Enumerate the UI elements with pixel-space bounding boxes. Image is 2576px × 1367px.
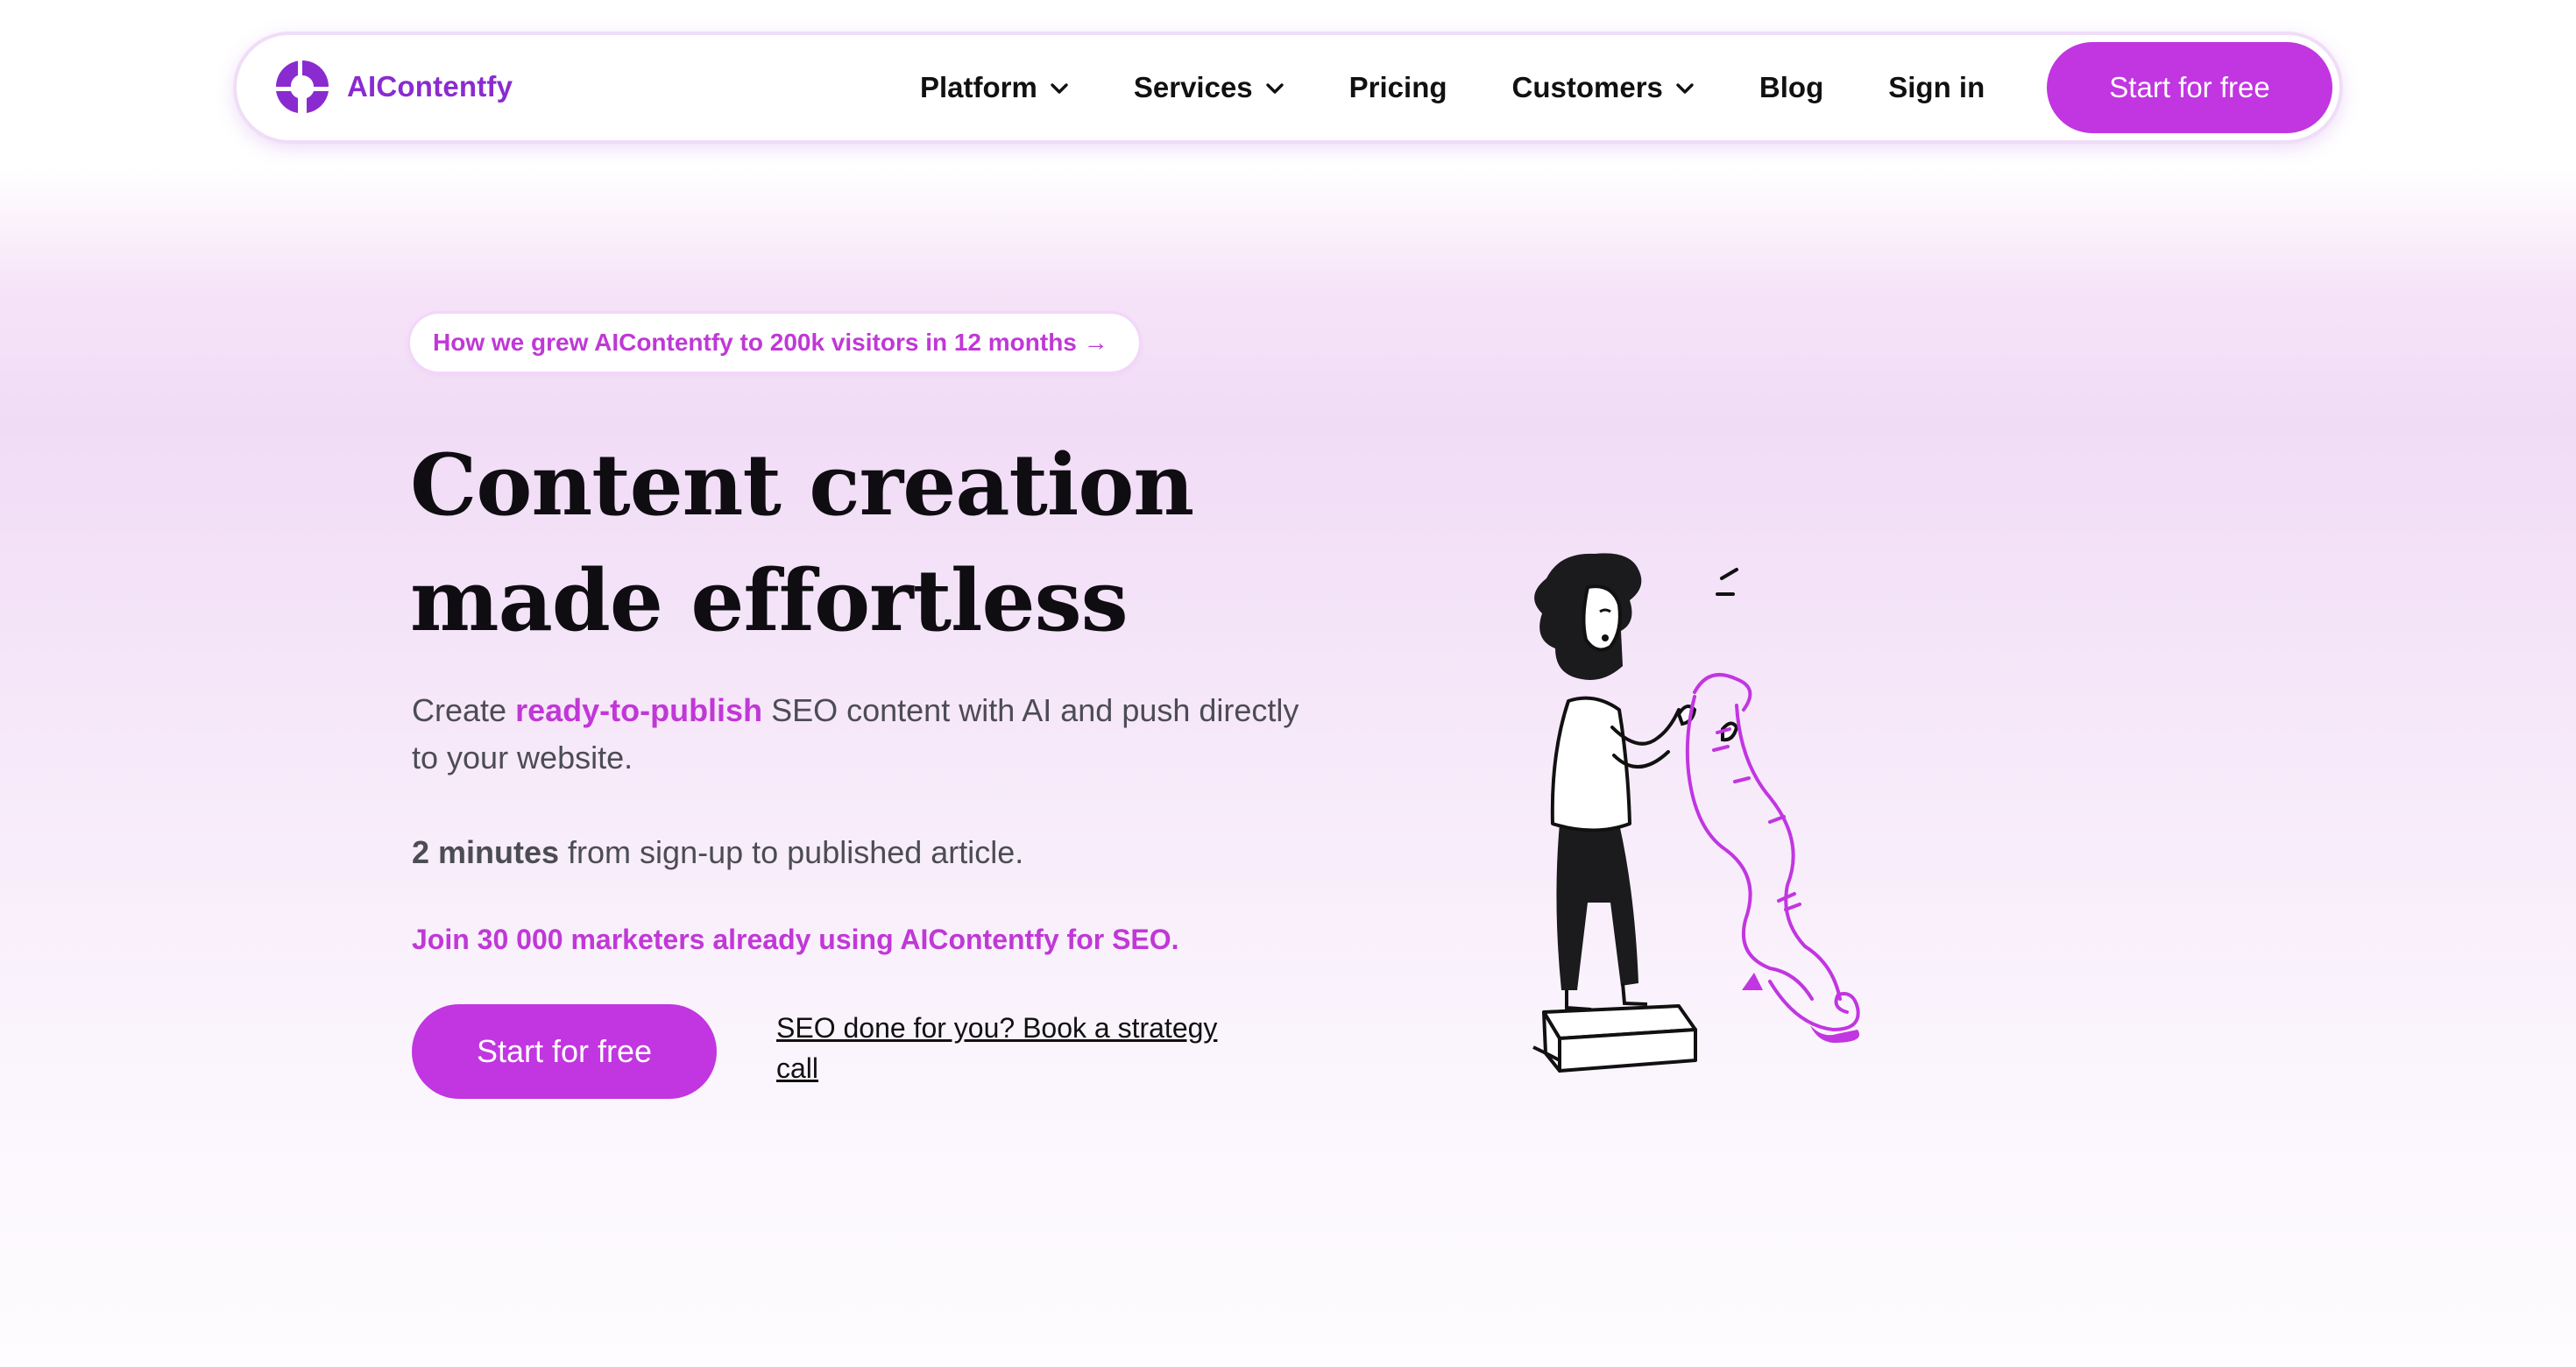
aicontentfy-logo-icon (276, 60, 329, 113)
trousers-icon (1556, 824, 1638, 990)
top-navigation-bar: AIContentfy Platform Services Pricing Cu… (237, 35, 2339, 140)
nav-item-label: Services (1133, 71, 1253, 103)
hero-subheading: Create ready-to-publish SEO content with… (412, 687, 1306, 782)
stat-text: from sign-up to published article. (559, 834, 1024, 870)
nav-item-label: Platform (920, 71, 1037, 103)
nav-item-label: Customers (1511, 71, 1663, 103)
paper-scroll-icon (1685, 673, 1860, 1031)
nav-item-customers[interactable]: Customers (1512, 71, 1695, 104)
nav-item-label: Pricing (1348, 71, 1447, 103)
social-proof-text: Join 30 000 marketers already using AICo… (412, 924, 1179, 955)
chevron-down-icon (1676, 83, 1694, 94)
book-strategy-call-link[interactable]: SEO done for you? Book a strategy call (776, 1008, 1267, 1088)
brand-logo[interactable]: AIContentfy (273, 58, 513, 116)
hero-stat: 2 minutes from sign-up to published arti… (412, 829, 1023, 876)
subheading-highlight: ready-to-publish (515, 692, 763, 728)
nav-item-platform[interactable]: Platform (920, 71, 1069, 104)
stat-bold: 2 minutes (412, 834, 560, 870)
chevron-down-icon (1051, 83, 1068, 94)
hero-headline: Content creation made effortless (410, 436, 1194, 650)
subheading-text: Create (412, 692, 516, 728)
main-menu: Platform Services Pricing Customers Blog… (920, 35, 2049, 140)
start-for-free-nav-button[interactable]: Start for free (2047, 42, 2332, 133)
person-reading-long-scroll-illustration (1532, 553, 1860, 1073)
nav-item-services[interactable]: Services (1134, 71, 1284, 104)
face-icon (1582, 584, 1622, 652)
chevron-down-icon (1265, 83, 1284, 94)
nav-item-sign-in[interactable]: Sign in (1888, 71, 1985, 104)
pedestal-box-icon (1532, 1004, 1697, 1073)
brand-name: AIContentfy (347, 70, 513, 103)
start-for-free-hero-button[interactable]: Start for free (412, 1004, 717, 1099)
shirt-icon (1550, 696, 1631, 832)
nav-item-label: Blog (1759, 71, 1824, 103)
nav-item-blog[interactable]: Blog (1759, 71, 1823, 104)
nav-item-pricing[interactable]: Pricing (1349, 71, 1447, 104)
nav-item-label: Sign in (1888, 71, 1985, 103)
announcement-pill-link[interactable]: How we grew AIContentfy to 200k visitors… (410, 314, 1139, 372)
